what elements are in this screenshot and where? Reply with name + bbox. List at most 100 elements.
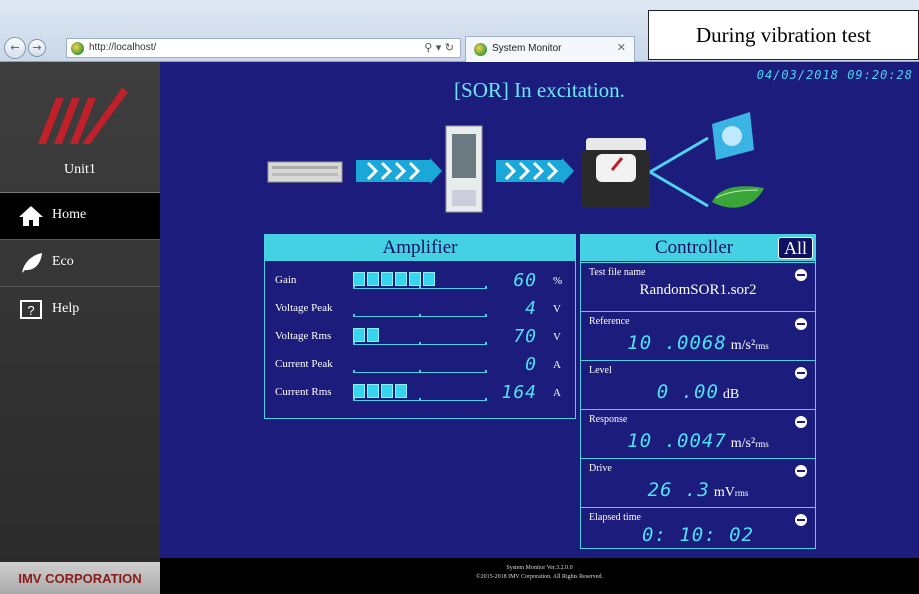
response-unit-sub: rms	[755, 439, 769, 449]
level-segment	[423, 272, 435, 286]
system-diagram	[267, 112, 764, 213]
collapse-icon[interactable]	[795, 416, 807, 428]
unit-name: Unit1	[64, 162, 96, 177]
amp-unit: A	[553, 387, 561, 399]
all-button[interactable]: All	[777, 237, 813, 259]
site-favicon-icon	[71, 42, 84, 55]
drive-unit: mV	[713, 485, 735, 500]
amp-label: Voltage Peak	[275, 302, 333, 314]
corporation-label: IMV CORPORATION	[0, 562, 160, 594]
level-bar-tick	[419, 286, 421, 289]
amp-unit: A	[553, 359, 561, 371]
level-bar-tick	[485, 314, 487, 317]
sidebar-item-eco[interactable]: Eco	[0, 239, 160, 286]
amp-unit: V	[553, 331, 561, 343]
sidebar-item-label: Eco	[52, 254, 74, 269]
level-segment	[395, 384, 407, 398]
imv-logo-icon	[38, 88, 128, 144]
amplifier-title: Amplifier	[265, 235, 575, 261]
sidebar-item-label: Help	[52, 301, 80, 316]
search-refresh-icon[interactable]: ⚲ ▾ ↻	[424, 41, 454, 54]
forward-button[interactable]: →	[28, 39, 46, 57]
amp-row-current-peak: Current Peak 0 A	[265, 353, 577, 381]
controller-row-response: Response 10 .0047 m/s²rms	[581, 409, 815, 458]
amp-value: 4	[525, 298, 537, 319]
controller-row-value: 10 .0068 m/s²rms	[581, 332, 815, 354]
browser-tab[interactable]: System Monitor ✕	[465, 36, 635, 62]
level-bar-tick	[485, 398, 487, 401]
amp-value: 60	[513, 270, 537, 291]
amp-row-current-rms: Current Rms 164 A	[265, 381, 577, 409]
amp-label: Voltage Rms	[275, 330, 332, 342]
eco-leaf-icon	[712, 186, 764, 208]
amp-label: Current Peak	[275, 358, 333, 370]
leaf-icon	[22, 253, 42, 273]
elapsed-time-value: 0: 10: 02	[642, 524, 754, 546]
amplifier-panel: Amplifier Gain 60 % Voltage Peak 4 V Vol…	[264, 234, 576, 419]
tab-favicon-icon	[474, 43, 487, 56]
controller-row-value: 0: 10: 02	[581, 524, 815, 546]
copyright-text: ©2015-2018 IMV Corporation. All Rights R…	[476, 574, 603, 580]
level-bar-tick	[353, 286, 355, 289]
level-unit: dB	[722, 387, 740, 402]
amp-level-bar	[353, 327, 487, 345]
amp-row-gain: Gain 60 %	[265, 269, 577, 297]
amp-level-bar	[353, 271, 487, 289]
controller-row-reference: Reference 10 .0068 m/s²rms	[581, 311, 815, 360]
level-segment	[367, 384, 379, 398]
amp-row-voltage-peak: Voltage Peak 4 V	[265, 297, 577, 325]
controller-row-label: Response	[589, 414, 628, 425]
amp-level-bar	[353, 383, 487, 401]
controller-row-label: Test file name	[589, 267, 646, 278]
address-bar[interactable]: http://localhost/ ⚲ ▾ ↻	[66, 38, 461, 58]
level-segment	[409, 272, 421, 286]
controller-header: Controller All	[581, 235, 815, 261]
sidebar-item-help[interactable]: ? Help	[0, 286, 160, 333]
back-button[interactable]: ←	[4, 37, 26, 59]
test-file-name: RandomSOR1.sor2	[639, 282, 757, 298]
controller-row-value: RandomSOR1.sor2	[581, 281, 815, 299]
level-bar-tick	[485, 342, 487, 345]
level-value: 0 .00	[656, 381, 719, 403]
vibration-shaker-icon	[582, 138, 650, 208]
amp-label: Gain	[275, 274, 297, 286]
collapse-icon[interactable]	[795, 269, 807, 281]
level-segment	[353, 272, 365, 286]
level-bar-tick	[419, 398, 421, 401]
sidebar: Unit1 Home Eco ? Help IMV CORPORATION	[0, 62, 160, 594]
amp-level-bar	[353, 299, 487, 317]
level-bar-tick	[353, 314, 355, 317]
controller-row-label: Elapsed time	[589, 512, 641, 523]
controller-row-test-file: Test file name RandomSOR1.sor2	[581, 262, 815, 311]
level-segment	[381, 272, 393, 286]
drive-unit-sub: rms	[734, 488, 749, 498]
level-segment	[395, 272, 407, 286]
collapse-icon[interactable]	[795, 318, 807, 330]
collapse-icon[interactable]	[795, 465, 807, 477]
version-text: System Monitor Ver.3.2.0.0	[506, 565, 573, 571]
level-segment	[353, 328, 365, 342]
response-unit: m/s²	[730, 436, 756, 451]
amplifier-tower-icon	[445, 125, 483, 213]
level-bar-tick	[485, 370, 487, 373]
sidebar-item-home[interactable]: Home	[0, 192, 160, 239]
tab-close-icon[interactable]: ✕	[617, 41, 626, 54]
level-bar-tick	[485, 286, 487, 289]
level-bar-tick	[353, 370, 355, 373]
collapse-icon[interactable]	[795, 367, 807, 379]
address-url[interactable]: http://localhost/	[89, 42, 156, 53]
amp-value: 70	[513, 326, 537, 347]
reference-unit-sub: rms	[755, 341, 769, 351]
help-glyph: ?	[27, 303, 34, 318]
signal-arrow-icon	[356, 158, 442, 184]
controller-unit-icon	[267, 161, 343, 183]
controller-panel: Controller All Test file name RandomSOR1…	[580, 234, 816, 549]
drive-value: 26 .3	[647, 479, 710, 501]
controller-row-elapsed-time: Elapsed time 0: 10: 02	[581, 507, 815, 548]
controller-row-label: Drive	[589, 463, 612, 474]
main-content: 04/03/2018 09:20:28 [SOR] In excitation.	[160, 62, 919, 558]
controller-row-value: 26 .3 mVrms	[581, 479, 815, 501]
level-segment	[367, 328, 379, 342]
reference-value: 10 .0068	[627, 332, 727, 354]
footer: System Monitor Ver.3.2.0.0 ©2015-2018 IM…	[160, 558, 919, 594]
